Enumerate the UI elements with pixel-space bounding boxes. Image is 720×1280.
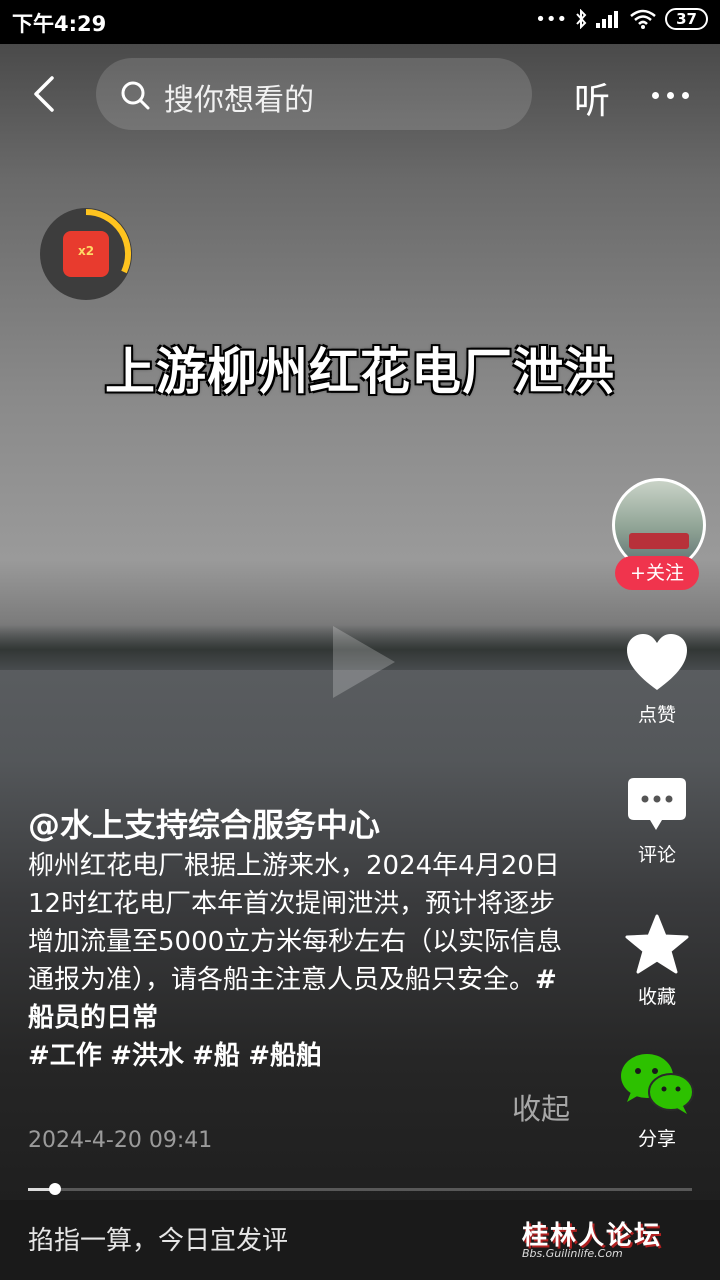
hashtag[interactable]: #工作 — [28, 1041, 102, 1071]
watermark-logo: 桂林人论坛 Bbs.Guilinlife.Com — [502, 1213, 692, 1267]
heart-icon — [627, 634, 687, 690]
post-description: 柳州红花电厂根据上游来水，2024年4月20日12时红花电厂本年首次提闸泄洪，预… — [28, 847, 580, 1075]
back-icon[interactable] — [26, 74, 66, 114]
like-button[interactable]: 点赞 — [612, 632, 702, 727]
comment-bar[interactable]: 掐指一算，今日宜发评 桂林人论坛 Bbs.Guilinlife.Com — [0, 1200, 720, 1280]
plus-icon: + — [630, 562, 646, 584]
play-icon[interactable] — [333, 626, 395, 698]
comment-label: 评论 — [637, 844, 676, 866]
share-label: 分享 — [637, 1128, 676, 1150]
status-bar: 下午4:29 ••• 37 — [0, 0, 720, 44]
red-packet-badge: x2 — [77, 244, 95, 258]
status-icons: ••• 37 — [535, 8, 708, 30]
status-time: 下午4:29 — [12, 12, 107, 36]
watermark-url: Bbs.Guilinlife.Com — [522, 1247, 623, 1260]
playback-progress-bar[interactable] — [28, 1183, 692, 1195]
search-icon — [121, 81, 150, 110]
wifi-icon — [630, 9, 656, 29]
bluetooth-icon — [576, 9, 587, 29]
follow-button[interactable]: +关注 — [615, 556, 699, 590]
wechat-icon — [621, 1054, 694, 1114]
search-bar[interactable]: 搜你想看的 — [96, 58, 532, 130]
hashtag[interactable]: #船 — [192, 1041, 240, 1071]
author-username[interactable]: @水上支持综合服务中心 — [28, 800, 380, 846]
red-packet-button[interactable]: x2 — [40, 208, 132, 300]
video-caption: 上游柳州红花电厂泄洪 — [105, 343, 615, 401]
hashtag[interactable]: #洪水 — [110, 1041, 184, 1071]
star-icon — [625, 914, 689, 974]
listen-button[interactable]: 听 — [574, 72, 610, 124]
post-date: 2024-4-20 09:41 — [28, 1128, 213, 1153]
favorite-button[interactable]: 收藏 — [612, 914, 702, 1009]
search-placeholder: 搜你想看的 — [164, 83, 314, 118]
dots-icon: ••• — [535, 8, 568, 30]
battery-icon: 37 — [665, 8, 708, 30]
hashtag[interactable]: #船舶 — [248, 1041, 322, 1071]
share-button[interactable]: 分享 — [612, 1050, 702, 1151]
description-text: 柳州红花电厂根据上游来水，2024年4月20日12时红花电厂本年首次提闸泄洪，预… — [28, 851, 563, 995]
signal-icon — [596, 11, 619, 28]
comment-button[interactable]: 评论 — [612, 776, 702, 867]
favorite-label: 收藏 — [637, 986, 676, 1008]
comment-icon — [628, 778, 686, 830]
red-envelope-icon: x2 — [63, 231, 109, 277]
collapse-button[interactable]: 收起 — [512, 1086, 570, 1128]
comment-input[interactable]: 掐指一算，今日宜发评 — [28, 1220, 288, 1257]
progress-handle[interactable] — [48, 1183, 61, 1195]
like-label: 点赞 — [637, 704, 676, 726]
follow-label: 关注 — [645, 562, 684, 584]
more-dots-icon[interactable] — [652, 92, 689, 99]
